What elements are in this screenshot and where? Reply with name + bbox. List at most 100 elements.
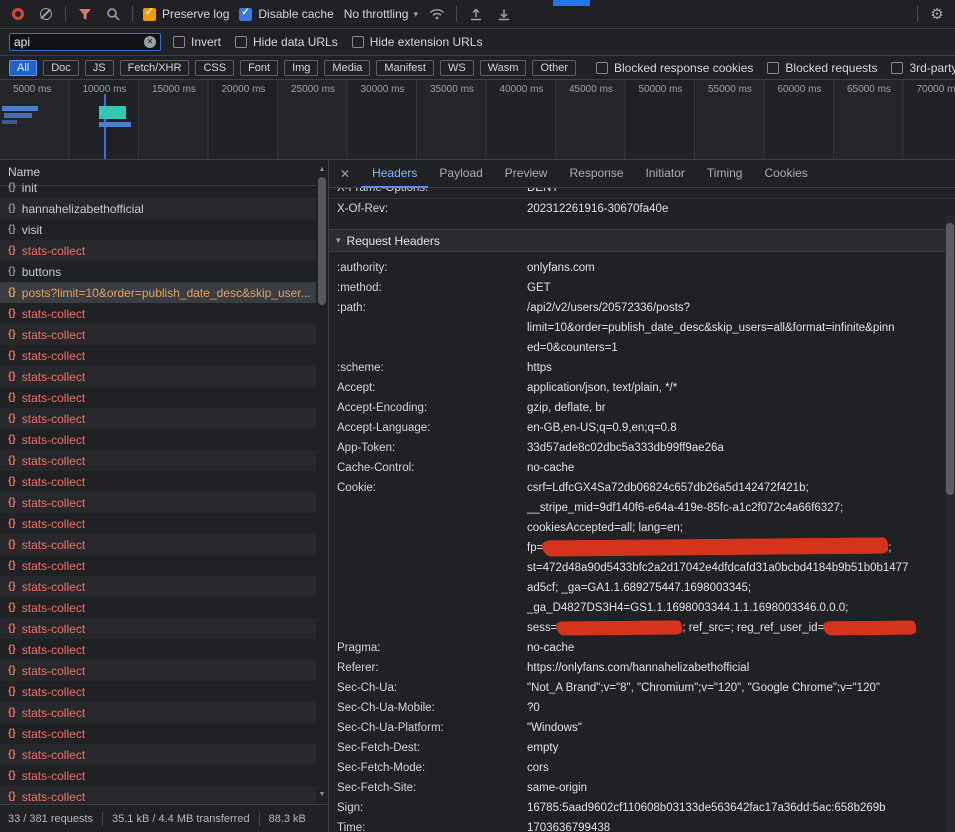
header-value-line: 1703636799438: [527, 818, 955, 832]
header-value: no-cache: [527, 638, 955, 658]
scroll-down-icon[interactable]: ▼: [319, 790, 326, 800]
request-row[interactable]: {}stats-collect: [0, 471, 316, 492]
request-name: posts?limit=10&order=publish_date_desc&s…: [22, 286, 311, 300]
request-row[interactable]: {}posts?limit=10&order=publish_date_desc…: [0, 282, 316, 303]
type-filter-js[interactable]: JS: [85, 60, 114, 76]
export-har-button[interactable]: [495, 5, 513, 23]
request-row[interactable]: {}stats-collect: [0, 534, 316, 555]
header-row: Sec-Fetch-Site:same-origin: [329, 778, 955, 798]
request-list-scrollbar[interactable]: ▲ ▼: [316, 160, 328, 804]
request-row[interactable]: {}stats-collect: [0, 240, 316, 261]
header-value: empty: [527, 738, 955, 758]
checkbox-blocked-response-cookies[interactable]: Blocked response cookies: [596, 61, 753, 75]
header-value: 16785:5aad9602cf110608b03133de563642fac1…: [527, 798, 955, 818]
type-filter-img[interactable]: Img: [284, 60, 318, 76]
request-row[interactable]: {}stats-collect: [0, 450, 316, 471]
request-row[interactable]: {}stats-collect: [0, 387, 316, 408]
request-row[interactable]: {}stats-collect: [0, 639, 316, 660]
header-value-line: ad5cf; _ga=GA1.1.689275447.1698003345;: [527, 578, 955, 598]
request-row[interactable]: {}stats-collect: [0, 723, 316, 744]
type-filter-ws[interactable]: WS: [440, 60, 474, 76]
type-filter-doc[interactable]: Doc: [43, 60, 79, 76]
request-headers-section-header[interactable]: ▾ Request Headers: [329, 229, 955, 252]
scroll-up-icon[interactable]: ▲: [319, 165, 326, 175]
tab-payload[interactable]: Payload: [428, 160, 493, 188]
request-row[interactable]: {}stats-collect: [0, 681, 316, 702]
request-row[interactable]: {}init: [0, 177, 316, 198]
type-filter-media[interactable]: Media: [324, 60, 370, 76]
xhr-icon: {}: [8, 602, 16, 613]
preserve-log-checkbox[interactable]: Preserve log: [143, 7, 229, 21]
request-row[interactable]: {}stats-collect: [0, 555, 316, 576]
request-row[interactable]: {}visit: [0, 219, 316, 240]
header-value-line: _ga_D4827DS3H4=GS1.1.1698003344.1.1.1698…: [527, 598, 955, 618]
request-row[interactable]: {}stats-collect: [0, 366, 316, 387]
type-filter-all[interactable]: All: [9, 60, 37, 76]
request-row[interactable]: {}stats-collect: [0, 660, 316, 681]
import-har-button[interactable]: [467, 5, 485, 23]
tab-cookies[interactable]: Cookies: [753, 160, 818, 188]
header-value: same-origin: [527, 778, 955, 798]
throttling-dropdown[interactable]: No throttling ▾: [344, 7, 418, 21]
type-filter-wasm[interactable]: Wasm: [480, 60, 527, 76]
request-row[interactable]: {}stats-collect: [0, 765, 316, 786]
request-row[interactable]: {}buttons: [0, 261, 316, 282]
checkbox-3rd-party-requests[interactable]: 3rd-party requests: [891, 61, 955, 75]
detail-scrollbar[interactable]: [945, 216, 955, 832]
request-row[interactable]: {}stats-collect: [0, 576, 316, 597]
type-filter-css[interactable]: CSS: [195, 60, 234, 76]
clear-button[interactable]: [37, 5, 55, 23]
request-row[interactable]: {}stats-collect: [0, 345, 316, 366]
request-row[interactable]: {}stats-collect: [0, 513, 316, 534]
network-overview-timeline[interactable]: 5000 ms10000 ms15000 ms20000 ms25000 ms3…: [0, 80, 955, 160]
request-name: stats-collect: [22, 349, 85, 363]
request-row[interactable]: {}stats-collect: [0, 618, 316, 639]
xhr-icon: {}: [8, 413, 16, 424]
request-name: stats-collect: [22, 538, 85, 552]
scrollbar-thumb[interactable]: [946, 223, 954, 495]
checkbox-blocked-requests[interactable]: Blocked requests: [767, 61, 877, 75]
tab-timing[interactable]: Timing: [696, 160, 754, 188]
search-button[interactable]: [104, 5, 122, 23]
request-row[interactable]: {}stats-collect: [0, 744, 316, 765]
xhr-icon: {}: [8, 707, 16, 718]
clear-filter-icon[interactable]: ✕: [144, 36, 156, 48]
request-row[interactable]: {}stats-collect: [0, 324, 316, 345]
request-name: stats-collect: [22, 580, 85, 594]
close-icon[interactable]: ✕: [329, 167, 361, 181]
request-row[interactable]: {}hannahelizabethofficial: [0, 198, 316, 219]
checkbox-hide-data-urls[interactable]: Hide data URLs: [235, 35, 338, 49]
header-value: application/json, text/plain, */*: [527, 378, 955, 398]
request-row[interactable]: {}stats-collect: [0, 597, 316, 618]
network-main-area: Name {}init{}hannahelizabethofficial{}vi…: [0, 160, 955, 832]
checkbox-box: [596, 62, 608, 74]
network-conditions-button[interactable]: [428, 5, 446, 23]
type-filter-other[interactable]: Other: [532, 60, 576, 76]
header-value-line: gzip, deflate, br: [527, 398, 955, 418]
checkbox-hide-extension-urls[interactable]: Hide extension URLs: [352, 35, 483, 49]
xhr-icon: {}: [8, 329, 16, 340]
request-row[interactable]: {}stats-collect: [0, 429, 316, 450]
header-name: Time:: [329, 818, 527, 832]
request-row[interactable]: {}stats-collect: [0, 303, 316, 324]
type-filter-font[interactable]: Font: [240, 60, 278, 76]
tab-headers[interactable]: Headers: [361, 160, 428, 188]
type-filter-manifest[interactable]: Manifest: [376, 60, 434, 76]
settings-button[interactable]: ⚙: [928, 5, 946, 23]
tab-response[interactable]: Response: [558, 160, 634, 188]
request-row[interactable]: {}stats-collect: [0, 408, 316, 429]
tab-preview[interactable]: Preview: [494, 160, 559, 188]
filter-input[interactable]: [14, 35, 141, 49]
tab-initiator[interactable]: Initiator: [635, 160, 696, 188]
record-button[interactable]: [9, 5, 27, 23]
filter-toggle-button[interactable]: [76, 5, 94, 23]
xhr-icon: {}: [8, 182, 16, 193]
checkbox-box: [235, 36, 247, 48]
request-row[interactable]: {}stats-collect: [0, 702, 316, 723]
disable-cache-checkbox[interactable]: Disable cache: [239, 7, 333, 21]
header-value-line: ed=0&counters=1: [527, 338, 955, 358]
checkbox-invert[interactable]: Invert: [173, 35, 221, 49]
type-filter-fetch-xhr[interactable]: Fetch/XHR: [120, 60, 190, 76]
scrollbar-thumb[interactable]: [318, 177, 326, 305]
request-row[interactable]: {}stats-collect: [0, 492, 316, 513]
